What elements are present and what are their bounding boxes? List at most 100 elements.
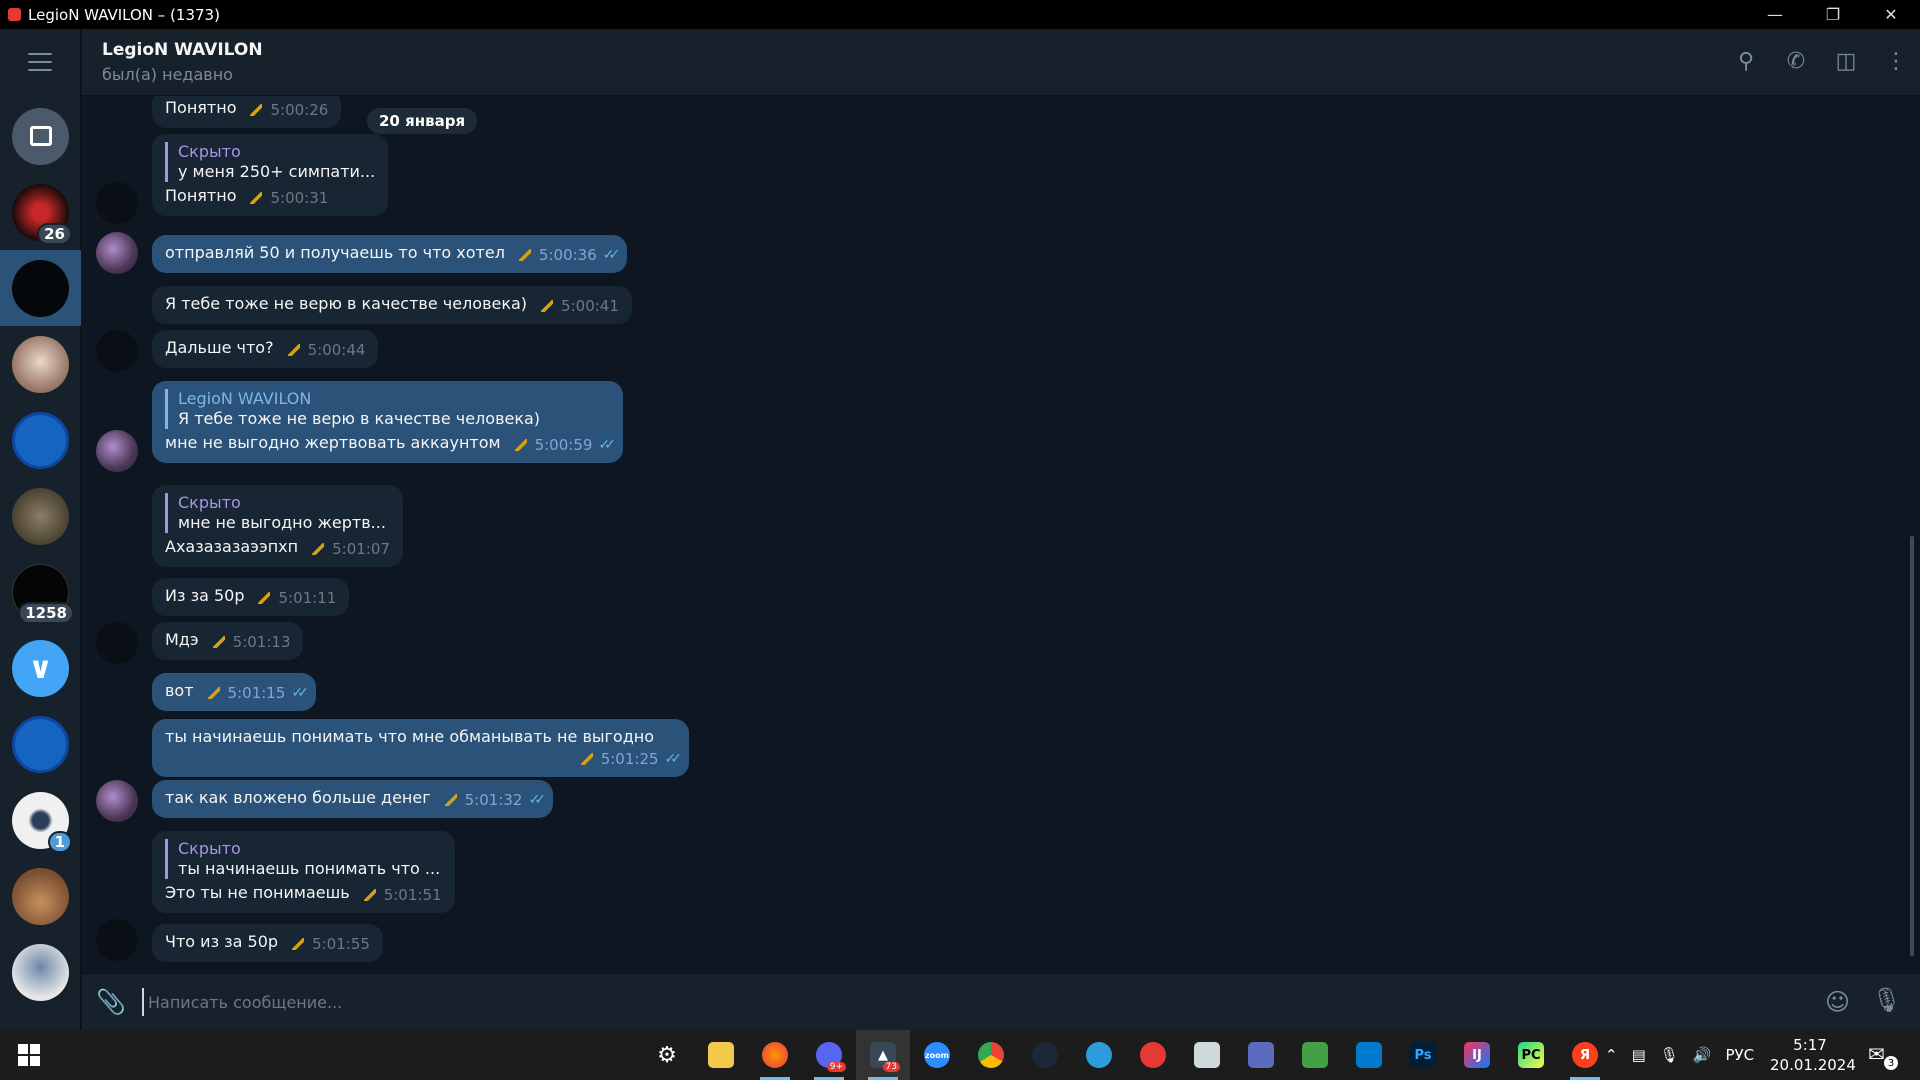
message-outgoing[interactable]: LegioN WAVILON Я тебе тоже не верю в кач…: [152, 381, 623, 463]
volume-icon[interactable]: 🔊: [1693, 1046, 1712, 1064]
taskbar-vscode[interactable]: [1342, 1030, 1396, 1080]
taskbar-chrome[interactable]: [964, 1030, 1018, 1080]
phone-icon[interactable]: ✆: [1782, 47, 1810, 75]
avatar[interactable]: [96, 430, 138, 472]
taskbar-zoom[interactable]: zoom: [910, 1030, 964, 1080]
reply-quote[interactable]: Скрыто мне не выгодно жертв...: [165, 493, 390, 533]
restore-button[interactable]: ❐: [1804, 0, 1862, 29]
search-icon[interactable]: ⚲: [1732, 47, 1760, 75]
window-app-icon: [1194, 1042, 1220, 1068]
taskbar-app[interactable]: [1126, 1030, 1180, 1080]
avatar[interactable]: [96, 182, 138, 224]
taskbar-app[interactable]: [1180, 1030, 1234, 1080]
taskbar: ⚙ 9+ ▲ 73 zoom Ps IJ PC Я ⌃ ▤ 🎙 🔊 РУС 5:1…: [0, 1030, 1920, 1080]
taskbar-app[interactable]: [1072, 1030, 1126, 1080]
message-incoming[interactable]: Скрыто ты начинаешь понимать что ... Это…: [152, 831, 455, 913]
sidebar-item-chat[interactable]: [0, 934, 81, 1010]
message-incoming[interactable]: Что из за 50р 5:01:55: [152, 924, 383, 962]
sidebar-item-bot[interactable]: 1: [0, 782, 81, 858]
message-outgoing[interactable]: ты начинаешь понимать что мне обманывать…: [152, 719, 689, 777]
language-indicator[interactable]: РУС: [1726, 1046, 1755, 1064]
message-incoming[interactable]: Из за 50р 5:01:11: [152, 578, 350, 616]
reply-quote[interactable]: Скрыто ты начинаешь понимать что ...: [165, 839, 442, 879]
sidebar-item-chat[interactable]: [0, 478, 81, 554]
avatar[interactable]: [96, 232, 138, 274]
avatar: [12, 715, 69, 773]
taskbar-explorer[interactable]: [694, 1030, 748, 1080]
avatar[interactable]: [96, 330, 138, 372]
sidebar-item-netflix[interactable]: 26: [0, 174, 81, 250]
gear-icon: ⚙: [657, 1042, 677, 1068]
avatar: 1258: [12, 563, 74, 624]
avatar: [12, 867, 69, 925]
paperclip-icon[interactable]: 📎: [96, 988, 126, 1016]
taskbar-steam[interactable]: [1018, 1030, 1072, 1080]
sidebar-item-helper[interactable]: [0, 706, 81, 782]
double-check-icon: ✓✓: [528, 792, 546, 808]
taskbar-photoshop[interactable]: Ps: [1396, 1030, 1450, 1080]
message-outgoing[interactable]: отправляй 50 и получаешь то что хотел 5:0…: [152, 235, 628, 273]
window-controls: — ❐ ✕: [1746, 0, 1920, 29]
avatar: [12, 335, 69, 393]
window-title: LegioN WAVILON – (1373): [28, 5, 220, 24]
message-input[interactable]: [142, 988, 1742, 1016]
sidebar-item-chat[interactable]: [0, 326, 81, 402]
taskbar-app[interactable]: [1288, 1030, 1342, 1080]
minimize-button[interactable]: —: [1746, 0, 1804, 29]
message-incoming[interactable]: Мдэ 5:01:13: [152, 622, 304, 660]
microphone-icon[interactable]: 🎙: [1660, 1046, 1679, 1064]
message-incoming[interactable]: Дальше что? 5:00:44: [152, 330, 379, 368]
sidebar-toggle-icon[interactable]: ◫: [1832, 47, 1860, 75]
sidebar-item-active-chat[interactable]: [0, 250, 81, 326]
taskbar-yandex[interactable]: Я: [1558, 1030, 1612, 1080]
message-outgoing[interactable]: вот 5:01:15 ✓✓: [152, 673, 316, 711]
close-button[interactable]: ✕: [1862, 0, 1920, 29]
unread-badge: 1: [47, 830, 72, 853]
sidebar-item-vpn[interactable]: 1258: [0, 554, 81, 630]
intellij-icon: IJ: [1464, 1042, 1490, 1068]
sidebar-item-helper[interactable]: [0, 402, 81, 478]
avatar[interactable]: [96, 919, 138, 961]
message-outgoing[interactable]: так как вложено больше денег 5:01:32 ✓✓: [152, 780, 553, 818]
message-list[interactable]: 20 января Понятно 5:00:26 Скрыто у меня 2…: [82, 96, 1920, 973]
message-incoming[interactable]: Скрыто мне не выгодно жертв... Ахазазаза…: [152, 485, 403, 567]
chat-title[interactable]: LegioN WAVILON: [102, 40, 263, 60]
system-tray: ⌃ ▤ 🎙 🔊 РУС: [1605, 1030, 1754, 1080]
folder-icon: [708, 1042, 734, 1068]
taskbar-pycharm[interactable]: PC: [1504, 1030, 1558, 1080]
taskbar-discord[interactable]: 9+: [802, 1030, 856, 1080]
sidebar-item-chat[interactable]: [0, 858, 81, 934]
avatar: [12, 943, 69, 1001]
reply-quote[interactable]: Скрыто у меня 250+ симпати...: [165, 142, 375, 182]
notification-icon[interactable]: ✉ 3: [1868, 1042, 1898, 1070]
clock[interactable]: 5:17 20.01.2024: [1770, 1035, 1856, 1075]
sidebar-item-chat[interactable]: ∨: [0, 630, 81, 706]
avatar[interactable]: [96, 780, 138, 822]
emoji-icon[interactable]: ☺: [1825, 988, 1850, 1016]
network-icon[interactable]: ▤: [1632, 1046, 1646, 1064]
network-app-icon: [1248, 1042, 1274, 1068]
message-incoming[interactable]: Скрыто у меня 250+ симпати... Понятно 5:0…: [152, 134, 389, 216]
taskbar-intellij[interactable]: IJ: [1450, 1030, 1504, 1080]
windows-start-icon[interactable]: [18, 1044, 40, 1066]
taskbar-app[interactable]: [1234, 1030, 1288, 1080]
reply-quote[interactable]: LegioN WAVILON Я тебе тоже не верю в кач…: [165, 389, 610, 429]
microphone-icon[interactable]: 🎙: [1872, 986, 1902, 1014]
message-incoming[interactable]: Понятно 5:00:26: [152, 96, 342, 128]
date-separator: 20 января: [367, 108, 478, 134]
taskbar-firefox[interactable]: [748, 1030, 802, 1080]
message-incoming[interactable]: Я тебе тоже не верю в качестве человека)…: [152, 286, 632, 324]
more-vertical-icon[interactable]: ⋮: [1882, 47, 1910, 75]
tool-app-icon: [1302, 1042, 1328, 1068]
taskbar-settings[interactable]: ⚙: [640, 1030, 694, 1080]
hamburger-icon[interactable]: [28, 53, 52, 77]
zoom-icon: zoom: [924, 1042, 950, 1068]
chevron-up-icon[interactable]: ⌃: [1605, 1046, 1618, 1064]
scrollbar[interactable]: [1910, 536, 1914, 956]
sidebar-item-archive[interactable]: [0, 98, 81, 174]
avatar[interactable]: [96, 622, 138, 664]
double-check-icon: ✓✓: [598, 437, 616, 453]
double-check-icon: ✓✓: [602, 247, 621, 263]
photoshop-icon: Ps: [1410, 1042, 1436, 1068]
taskbar-telegram[interactable]: ▲ 73: [856, 1030, 910, 1080]
